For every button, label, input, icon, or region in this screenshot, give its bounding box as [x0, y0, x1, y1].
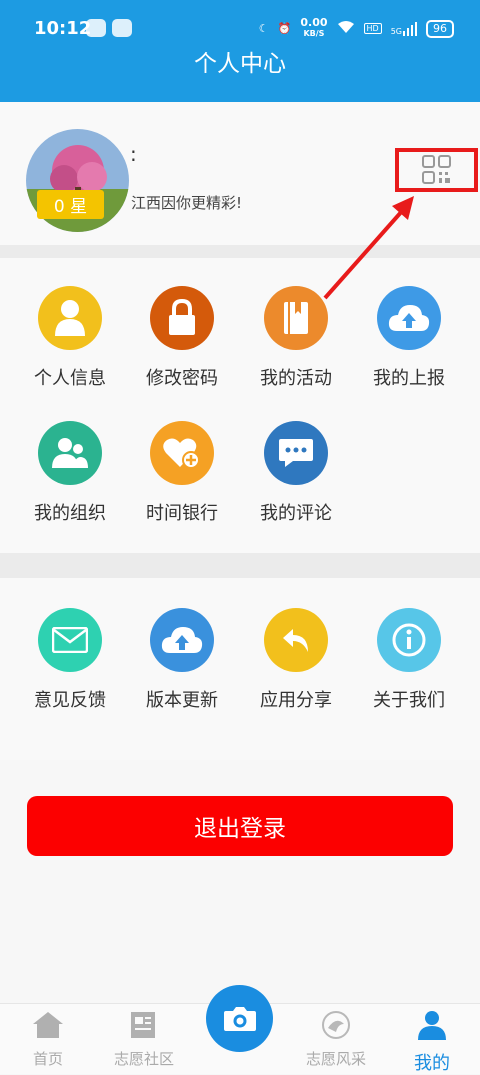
weibo-notification-icon	[112, 19, 132, 37]
app-notification-icon	[86, 19, 106, 37]
logout-button[interactable]: 退出登录	[27, 796, 453, 856]
person-icon	[38, 286, 102, 350]
tab-community[interactable]: 志愿社区	[96, 1010, 192, 1069]
section-divider	[0, 553, 480, 578]
net-speed: 0.00 KB/S	[300, 16, 328, 39]
cloud-upload-icon	[377, 286, 441, 350]
grid-label: 修改密码	[146, 368, 218, 389]
status-time: 10:12	[34, 18, 92, 39]
alarm-icon: ⏰	[277, 22, 292, 35]
camera-button[interactable]	[206, 985, 273, 1052]
grid-label: 我的活动	[260, 368, 332, 389]
tab-label: 志愿社区	[113, 1050, 174, 1068]
tab-mine[interactable]: 我的	[384, 1010, 480, 1075]
grid-item-time-bank[interactable]: 时间银行	[125, 421, 239, 525]
grid-label: 版本更新	[146, 690, 218, 711]
grid-label: 意见反馈	[34, 690, 106, 711]
user-name: :	[130, 142, 137, 166]
grid-item-about-us[interactable]: 关于我们	[352, 608, 466, 712]
heart-plus-icon	[150, 421, 214, 485]
chat-icon	[264, 421, 328, 485]
status-icons: ☾ ⏰ 0.00 KB/S HD 5G 96	[258, 16, 454, 39]
grid-item-my-organization[interactable]: 我的组织	[13, 421, 127, 525]
book-icon	[264, 286, 328, 350]
grid-label: 关于我们	[373, 690, 445, 711]
grid-label: 时间银行	[146, 503, 218, 524]
qr-code-button[interactable]	[395, 148, 478, 192]
grid-item-my-activities[interactable]: 我的活动	[239, 286, 353, 390]
star-level-badge: 0 星	[37, 190, 104, 219]
status-bar: 10:12 ☾ ⏰ 0.00 KB/S HD 5G 96	[0, 14, 480, 44]
grid-label: 应用分享	[260, 690, 332, 711]
signal-label: 5G	[390, 26, 402, 36]
grid-item-my-comments[interactable]: 我的评论	[239, 421, 353, 525]
share-icon	[264, 608, 328, 672]
grid-item-share-app[interactable]: 应用分享	[239, 608, 353, 712]
info-icon	[377, 608, 441, 672]
battery-indicator: 96	[426, 19, 454, 38]
grid-label: 我的组织	[34, 503, 106, 524]
profile-slogan: 江西因你更精彩!	[131, 194, 243, 212]
signal-icon: 5G	[390, 21, 417, 36]
tab-label: 志愿风采	[305, 1050, 366, 1068]
app-header: 10:12 ☾ ⏰ 0.00 KB/S HD 5G 96 个人中心	[0, 0, 480, 102]
grid-item-my-reports[interactable]: 我的上报	[352, 286, 466, 390]
profile-card[interactable]: 0 星 : 江西因你更精彩!	[0, 102, 480, 245]
moon-icon: ☾	[258, 22, 269, 35]
grid-label: 个人信息	[34, 368, 106, 389]
qr-code-icon	[421, 155, 451, 184]
home-icon	[33, 1012, 63, 1038]
net-speed-unit: KB/S	[303, 29, 325, 38]
emblem-icon	[322, 1011, 350, 1039]
net-speed-value: 0.00	[300, 16, 328, 29]
feature-grid: 个人信息 修改密码 我的活动 我的上报 我的组织 时间银行 我的评论	[0, 258, 480, 553]
tab-showcase[interactable]: 志愿风采	[288, 1010, 384, 1069]
grid-item-personal-info[interactable]: 个人信息	[13, 286, 127, 390]
user-icon	[418, 1011, 446, 1040]
tab-label: 首页	[32, 1050, 63, 1068]
lock-icon	[150, 286, 214, 350]
group-icon	[38, 421, 102, 485]
grid-item-feedback[interactable]: 意见反馈	[13, 608, 127, 712]
mail-icon	[38, 608, 102, 672]
grid-label: 我的上报	[373, 368, 445, 389]
page-title: 个人中心	[194, 51, 286, 77]
tab-home[interactable]: 首页	[0, 1010, 96, 1069]
section-divider	[0, 245, 480, 258]
newspaper-icon	[131, 1012, 155, 1038]
grid-label: 我的评论	[260, 503, 332, 524]
hd-badge: HD	[363, 23, 382, 34]
grid-item-version-update[interactable]: 版本更新	[125, 608, 239, 712]
wifi-icon	[337, 20, 355, 37]
grid-item-change-password[interactable]: 修改密码	[125, 286, 239, 390]
tab-label: 我的	[414, 1053, 450, 1074]
cloud-update-icon	[150, 608, 214, 672]
more-grid: 意见反馈 版本更新 应用分享 关于我们	[0, 578, 480, 760]
camera-icon	[223, 1006, 256, 1031]
